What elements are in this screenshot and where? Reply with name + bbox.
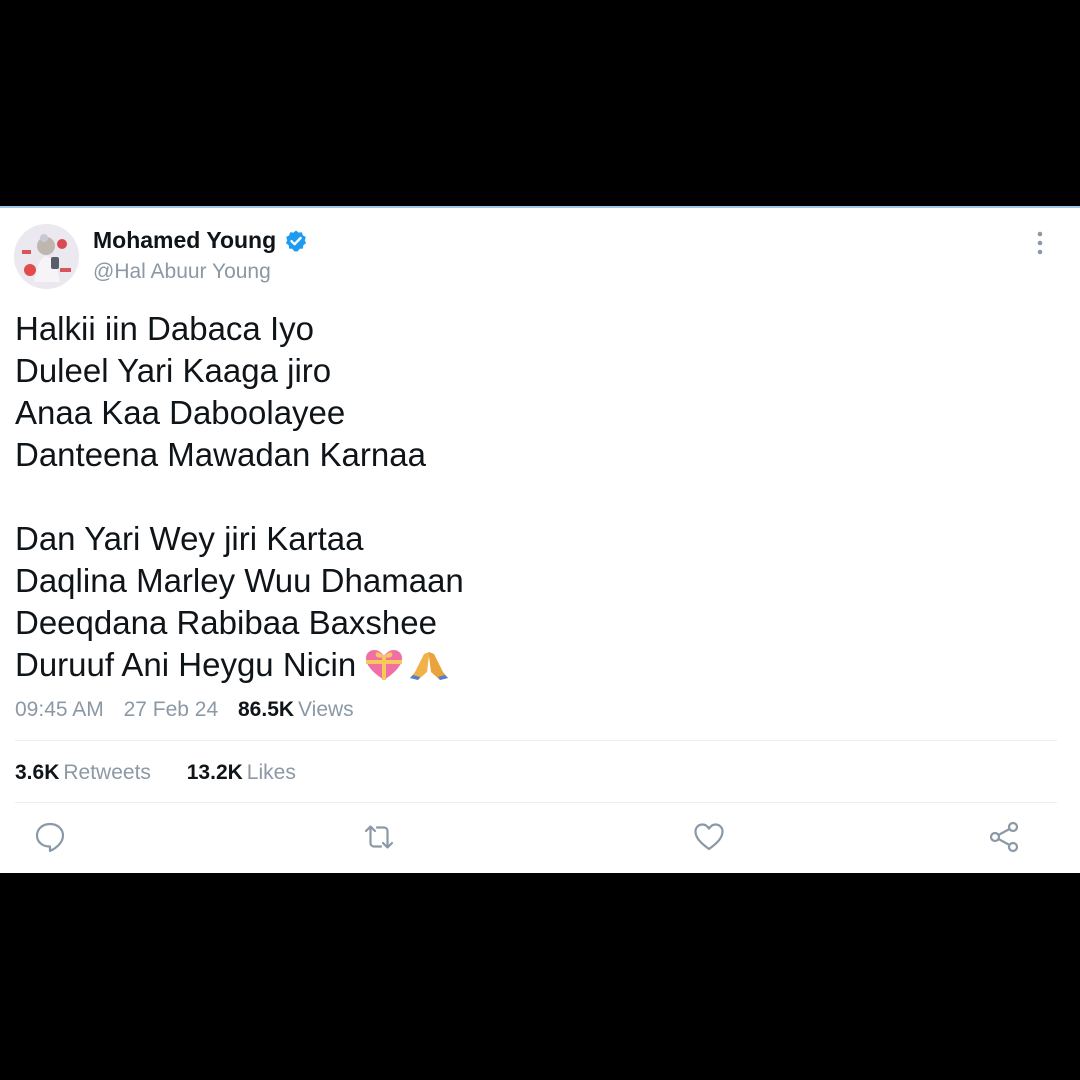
- tweet-line: Halkii iin Dabaca Iyo: [15, 310, 314, 347]
- handle[interactable]: @Hal Abuur Young: [93, 260, 271, 284]
- divider: [15, 740, 1057, 741]
- folded-hands-emoji: [408, 648, 450, 692]
- tweet-last-line: Duruuf Ani Heygu Nicin: [15, 644, 464, 686]
- tweet-line: Danteena Mawadan Karnaa: [15, 436, 426, 473]
- tweet-text: Halkii iin Dabaca Iyo Duleel Yari Kaaga …: [15, 308, 464, 686]
- share-icon: [989, 821, 1019, 853]
- tweet-line: Dan Yari Wey jiri Kartaa: [15, 520, 364, 557]
- tweet-line: Daqlina Marley Wuu Dhamaan: [15, 562, 464, 599]
- avatar[interactable]: [14, 224, 79, 289]
- likes-label: Likes: [246, 761, 296, 784]
- tweet-card: Mohamed Young @Hal Abuur Young Halkii ii…: [0, 206, 1080, 873]
- tweet-line: Deeqdana Rabibaa Baxshee: [15, 604, 437, 641]
- display-name[interactable]: Mohamed Young: [93, 227, 276, 254]
- screen: Mohamed Young @Hal Abuur Young Halkii ii…: [0, 0, 1080, 1080]
- avatar-image: [14, 224, 79, 289]
- reply-icon: [35, 822, 65, 853]
- retweets-label: Retweets: [63, 761, 151, 784]
- likes-stat[interactable]: 13.2K Likes: [187, 761, 296, 784]
- reply-button[interactable]: [33, 820, 67, 854]
- views-label: Views: [298, 698, 354, 721]
- likes-count: 13.2K: [186, 761, 243, 784]
- tweet-time: 09:45 AM: [15, 698, 104, 721]
- tweet-meta: 09:45 AM 27 Feb 24 86.5K Views: [15, 698, 368, 722]
- share-button[interactable]: [988, 820, 1022, 854]
- retweet-button[interactable]: [362, 820, 396, 854]
- views-count: 86.5K: [238, 698, 295, 721]
- retweet-icon: [364, 825, 394, 849]
- retweets-stat[interactable]: 3.6K Retweets: [15, 761, 151, 784]
- tweet-date: 27 Feb 24: [123, 698, 219, 721]
- divider: [15, 802, 1057, 803]
- more-vertical-icon[interactable]: [1030, 228, 1050, 258]
- tweet-line-text: Duruuf Ani Heygu Nicin: [15, 646, 357, 683]
- retweets-count: 3.6K: [15, 761, 60, 784]
- verified-badge-icon: [284, 229, 308, 253]
- like-button[interactable]: [692, 820, 726, 854]
- tweet-stats: 3.6K Retweets 13.2K Likes: [15, 761, 326, 785]
- heart-gift-emoji: [364, 648, 404, 692]
- heart-icon: [694, 823, 724, 851]
- tweet-line: Duleel Yari Kaaga jiro: [15, 352, 332, 389]
- tweet-line: Anaa Kaa Daboolayee: [15, 394, 346, 431]
